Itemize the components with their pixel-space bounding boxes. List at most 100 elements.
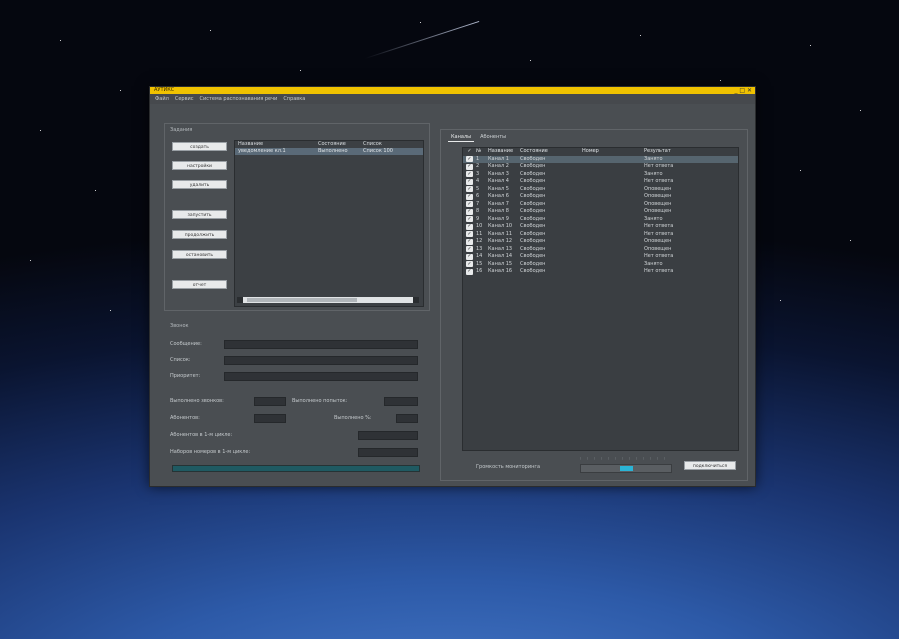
channel-result: Оповещен [644,238,672,244]
channel-row[interactable]: ✓ 12 Канал 12 Свободен Оповещен [463,238,738,246]
report-button[interactable]: отчет [172,280,227,289]
channel-checkbox[interactable]: ✓ [463,193,476,201]
continue-button[interactable]: продолжить [172,230,227,239]
channel-checkbox[interactable]: ✓ [463,216,476,224]
checkbox-icon[interactable]: ✓ [466,253,473,260]
channel-checkbox[interactable]: ✓ [463,238,476,246]
checkbox-icon[interactable]: ✓ [466,201,473,208]
scroll-right-icon[interactable] [413,297,419,303]
checkbox-icon[interactable]: ✓ [466,216,473,223]
subscribers-value [254,414,286,423]
channel-result: Оповещен [644,185,672,192]
menu-file[interactable]: Файл [155,96,169,102]
checkbox-icon[interactable]: ✓ [466,171,473,178]
checkbox-icon[interactable]: ✓ [466,246,473,253]
channel-checkbox[interactable]: ✓ [463,186,476,194]
col-channel-state[interactable]: Состояние [520,148,582,156]
channel-row[interactable]: ✓ 5 Канал 5 Свободен Оповещен [463,186,738,194]
col-name[interactable]: Название [235,141,318,148]
volume-slider-thumb[interactable] [619,466,633,471]
channel-name: Канал 16 [488,268,513,274]
menu-service[interactable]: Сервис [175,96,194,102]
priority-field[interactable] [224,372,418,381]
channel-row[interactable]: ✓ 4 Канал 4 Свободен Нет ответа [463,178,738,186]
col-result[interactable]: Результат [644,148,704,156]
volume-slider[interactable] [580,464,672,473]
channel-row[interactable]: ✓ 13 Канал 13 Свободен Оповещен [463,246,738,254]
channel-checkbox[interactable]: ✓ [463,253,476,261]
channel-row[interactable]: ✓ 9 Канал 9 Свободен Занято [463,216,738,224]
checkbox-icon[interactable]: ✓ [466,238,473,245]
col-check[interactable]: ✓ [463,148,476,156]
channels-grid[interactable]: ✓ № Название Состояние Номер Результат ✓… [462,147,739,451]
channel-checkbox[interactable]: ✓ [463,268,476,276]
channel-checkbox[interactable]: ✓ [463,261,476,269]
checkbox-icon[interactable]: ✓ [466,268,473,275]
channel-number: 12 [476,238,483,244]
channel-checkbox[interactable]: ✓ [463,246,476,254]
message-field[interactable] [224,340,418,349]
channel-state: Свободен [520,245,546,252]
channel-name: Канал 13 [488,245,513,252]
scroll-thumb[interactable] [247,298,357,302]
channel-row[interactable]: ✓ 7 Канал 7 Свободен Оповещен [463,201,738,209]
channel-checkbox[interactable]: ✓ [463,178,476,186]
channel-row[interactable]: ✓ 6 Канал 6 Свободен Оповещен [463,193,738,201]
channel-checkbox[interactable]: ✓ [463,231,476,239]
task-name: уведомление кл.1 [238,148,286,154]
channel-row[interactable]: ✓ 2 Канал 2 Свободен Нет ответа [463,163,738,171]
checkbox-icon[interactable]: ✓ [466,231,473,238]
col-number[interactable]: № [476,148,488,156]
delete-button[interactable]: удалить [172,180,227,189]
checkbox-icon[interactable]: ✓ [466,178,473,185]
list-field[interactable] [224,356,418,365]
channel-result: Нет ответа [644,253,674,259]
scroll-left-icon[interactable] [237,297,243,303]
tab-channels[interactable]: Каналы [448,133,475,142]
checkbox-icon[interactable]: ✓ [466,223,473,230]
channel-row[interactable]: ✓ 11 Канал 11 Свободен Нет ответа [463,231,738,239]
channel-checkbox[interactable]: ✓ [463,156,476,164]
task-row[interactable]: уведомление кл.1 Выполнено Список 100 [235,148,423,155]
channel-state: Свободен [520,200,546,207]
channel-state: Свободен [520,260,546,267]
channel-row[interactable]: ✓ 1 Канал 1 Свободен Занято [463,155,738,164]
channel-row[interactable]: ✓ 3 Канал 3 Свободен Занято [463,171,738,179]
checkbox-icon[interactable]: ✓ [466,186,473,193]
settings-button[interactable]: настройки [172,161,227,170]
channel-row[interactable]: ✓ 15 Канал 15 Свободен Занято [463,261,738,269]
task-list-name: Список 100 [363,148,393,154]
check-all-icon[interactable]: ✓ [466,148,473,155]
menu-speech[interactable]: Система распознавания речи [200,96,278,102]
checkbox-icon[interactable]: ✓ [466,156,473,163]
horizontal-scrollbar[interactable] [237,297,419,303]
window-controls[interactable]: _ □ ✕ [734,87,752,94]
channel-checkbox[interactable]: ✓ [463,163,476,171]
col-channel-name[interactable]: Название [488,148,520,156]
create-button[interactable]: создать [172,142,227,151]
channel-row[interactable]: ✓ 14 Канал 14 Свободен Нет ответа [463,253,738,261]
col-list[interactable]: Список [363,141,403,148]
tab-subscribers[interactable]: Абоненты [477,133,509,142]
checkbox-icon[interactable]: ✓ [466,208,473,215]
channel-row[interactable]: ✓ 10 Канал 10 Свободен Нет ответа [463,223,738,231]
col-state[interactable]: Состояние [318,141,363,148]
col-phone[interactable]: Номер [582,148,644,156]
channel-row[interactable]: ✓ 8 Канал 8 Свободен Оповещен [463,208,738,216]
task-list[interactable]: Название Состояние Список уведомление кл… [234,140,424,307]
channel-checkbox[interactable]: ✓ [463,223,476,231]
channel-checkbox[interactable]: ✓ [463,171,476,179]
start-button[interactable]: запустить [172,210,227,219]
menu-help[interactable]: Справка [283,96,305,102]
checkbox-icon[interactable]: ✓ [466,261,473,268]
channel-row[interactable]: ✓ 16 Канал 16 Свободен Нет ответа [463,268,738,276]
channel-checkbox[interactable]: ✓ [463,201,476,209]
checkbox-icon[interactable]: ✓ [466,193,473,200]
channel-phone [582,208,644,216]
channel-state: Свободен [520,193,546,199]
stop-button[interactable]: остановить [172,250,227,259]
listen-button[interactable]: подключиться [684,461,736,470]
checkbox-icon[interactable]: ✓ [466,163,473,170]
channel-checkbox[interactable]: ✓ [463,208,476,216]
channel-name: Канал 15 [488,260,513,267]
